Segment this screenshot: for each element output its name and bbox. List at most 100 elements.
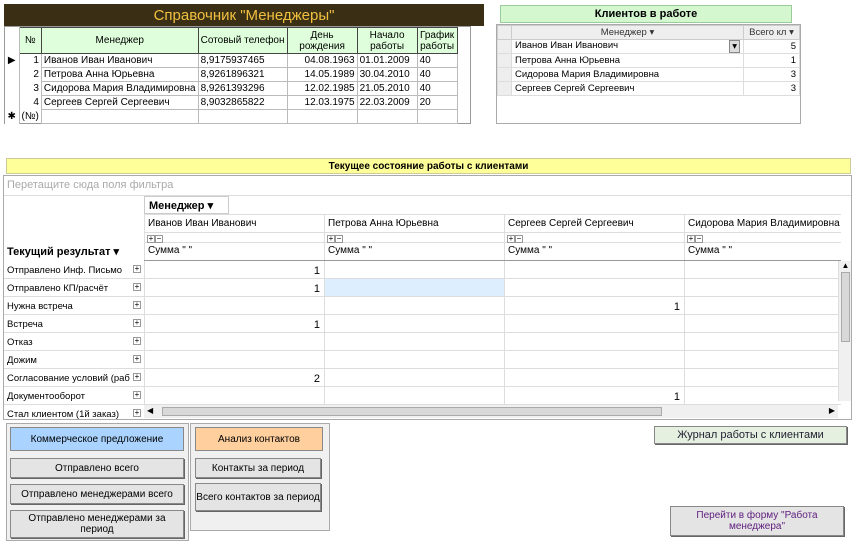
- contacts-total-button[interactable]: Всего контактов за период: [195, 483, 321, 511]
- table-row[interactable]: Сергеев Сергей Сергеевич 3: [497, 81, 800, 96]
- expand-icon[interactable]: +: [687, 235, 695, 243]
- column-header[interactable]: Петрова Анна Юрьевна + − Сумма " ": [324, 215, 504, 260]
- horizontal-scrollbar[interactable]: ◀ ▶: [144, 404, 838, 418]
- row-selector[interactable]: [497, 53, 512, 68]
- scroll-up-icon[interactable]: ▲: [839, 261, 851, 270]
- cell-manager[interactable]: Сидорова Мария Владимировна: [40, 81, 199, 96]
- value-cell[interactable]: [684, 297, 841, 315]
- col-header-manager[interactable]: Менеджер ▾: [511, 25, 744, 40]
- cell-manager[interactable]: [40, 109, 199, 124]
- value-cell[interactable]: [504, 351, 684, 369]
- cell-phone[interactable]: [197, 109, 288, 124]
- value-cell[interactable]: [684, 387, 841, 405]
- value-cell[interactable]: [144, 333, 324, 351]
- cell-start[interactable]: 30.04.2010: [356, 67, 418, 82]
- cell-birthday[interactable]: 14.05.1989: [286, 67, 358, 82]
- row-selector[interactable]: [497, 81, 512, 96]
- expand-icon[interactable]: +: [133, 283, 141, 291]
- table-row[interactable]: Сидорова Мария Владимировна 3: [497, 67, 800, 82]
- col-header-birthday[interactable]: День рождения: [286, 27, 358, 54]
- value-cell[interactable]: [504, 333, 684, 351]
- value-cell[interactable]: [144, 297, 324, 315]
- pivot-row-field[interactable]: Текущий результат ▾: [4, 242, 144, 260]
- value-cell[interactable]: 1: [144, 315, 324, 333]
- row-selector[interactable]: [5, 81, 20, 96]
- column-header[interactable]: Сергеев Сергей Сергеевич + − Сумма " ": [504, 215, 684, 260]
- col-header-schedule[interactable]: График работы: [416, 27, 458, 54]
- collapse-icon[interactable]: −: [335, 235, 343, 243]
- col-header-phone[interactable]: Сотовый телефон: [197, 27, 288, 54]
- value-cell[interactable]: [324, 387, 504, 405]
- value-cell[interactable]: [324, 297, 504, 315]
- column-header[interactable]: Сидорова Мария Владимировна + − Сумма " ": [684, 215, 841, 260]
- value-cell[interactable]: [684, 333, 841, 351]
- row-selector[interactable]: [497, 39, 512, 54]
- cell-schedule[interactable]: 20: [416, 95, 458, 110]
- value-cell[interactable]: [684, 279, 841, 297]
- col-header-start[interactable]: Начало работы: [356, 27, 418, 54]
- row-header[interactable]: Отказ +: [4, 333, 144, 351]
- cell-manager[interactable]: Петрова Анна Юрьевна: [40, 67, 199, 82]
- goto-manager-form-button[interactable]: Перейти в форму "Работа менеджера": [670, 506, 844, 536]
- cell-birthday[interactable]: 12.02.1985: [286, 81, 358, 96]
- expand-icon[interactable]: +: [133, 265, 141, 273]
- cell-start[interactable]: 21.05.2010: [356, 81, 418, 96]
- expand-icon[interactable]: +: [133, 319, 141, 327]
- value-cell[interactable]: 1: [144, 279, 324, 297]
- scroll-right-icon[interactable]: ▶: [829, 406, 835, 415]
- managers-grid[interactable]: № Менеджер Сотовый телефон День рождения…: [4, 26, 471, 124]
- cell-total[interactable]: 3: [743, 81, 800, 96]
- value-cell[interactable]: [504, 261, 684, 279]
- cell-total[interactable]: 5: [743, 39, 800, 54]
- expand-icon[interactable]: +: [507, 235, 515, 243]
- value-cell[interactable]: [684, 315, 841, 333]
- value-cell-selected[interactable]: [324, 279, 504, 297]
- row-header[interactable]: Отправлено Инф. Письмо +: [4, 261, 144, 279]
- value-cell[interactable]: [324, 369, 504, 387]
- value-cell[interactable]: 1: [504, 387, 684, 405]
- table-row[interactable]: 4 Сергеев Сергей Сергеевич 8,9032865822 …: [5, 95, 458, 110]
- cell-birthday[interactable]: 12.03.1975: [286, 95, 358, 110]
- cell-birthday[interactable]: [286, 109, 358, 124]
- collapse-icon[interactable]: −: [515, 235, 523, 243]
- value-cell[interactable]: [324, 315, 504, 333]
- row-selector[interactable]: [5, 95, 20, 110]
- clients-grid[interactable]: Менеджер ▾ Всего кл ▾ Иванов Иван Иванов…: [496, 24, 801, 124]
- cell-manager[interactable]: Иванов Иван Иванович: [40, 53, 199, 68]
- table-row[interactable]: 3 Сидорова Мария Владимировна 8,92613932…: [5, 81, 458, 96]
- value-cell[interactable]: [324, 261, 504, 279]
- cell-start[interactable]: [356, 109, 418, 124]
- scroll-thumb[interactable]: [162, 407, 662, 416]
- value-cell[interactable]: 2: [144, 369, 324, 387]
- col-header-manager[interactable]: Менеджер: [40, 27, 199, 54]
- cell-manager[interactable]: Сергеев Сергей Сергеевич: [511, 81, 744, 96]
- value-cell[interactable]: [684, 369, 841, 387]
- row-header[interactable]: Документооборот +: [4, 387, 144, 405]
- value-cell[interactable]: [144, 351, 324, 369]
- cell-phone[interactable]: 8,9261896321: [197, 67, 288, 82]
- table-row[interactable]: Иванов Иван Иванович ▾ 5: [497, 39, 800, 54]
- value-cell[interactable]: [504, 279, 684, 297]
- cell-schedule[interactable]: 40: [416, 53, 458, 68]
- value-cell[interactable]: 1: [504, 297, 684, 315]
- cell-manager[interactable]: Сидорова Мария Владимировна: [511, 67, 744, 82]
- expand-icon[interactable]: +: [133, 355, 141, 363]
- table-row[interactable]: 2 Петрова Анна Юрьевна 8,9261896321 14.0…: [5, 67, 458, 82]
- col-header-total[interactable]: Всего кл ▾: [743, 25, 800, 40]
- value-cell[interactable]: [504, 369, 684, 387]
- value-cell[interactable]: [324, 333, 504, 351]
- expand-icon[interactable]: +: [147, 235, 155, 243]
- sent-by-managers-period-button[interactable]: Отправлено менеджерами за период: [10, 510, 184, 538]
- col-header-num[interactable]: №: [18, 27, 42, 54]
- expand-icon[interactable]: +: [133, 409, 141, 417]
- cell-birthday[interactable]: 04.08.1963: [286, 53, 358, 68]
- expand-icon[interactable]: +: [133, 301, 141, 309]
- cell-phone[interactable]: 8,9032865822: [197, 95, 288, 110]
- expand-icon[interactable]: +: [133, 373, 141, 381]
- row-header[interactable]: Стал клиентом (1й заказ) +: [4, 405, 144, 419]
- cell-schedule[interactable]: 40: [416, 67, 458, 82]
- scroll-thumb[interactable]: [841, 272, 850, 342]
- scroll-left-icon[interactable]: ◀: [147, 406, 153, 415]
- expand-icon[interactable]: +: [327, 235, 335, 243]
- cell-total[interactable]: 1: [743, 53, 800, 68]
